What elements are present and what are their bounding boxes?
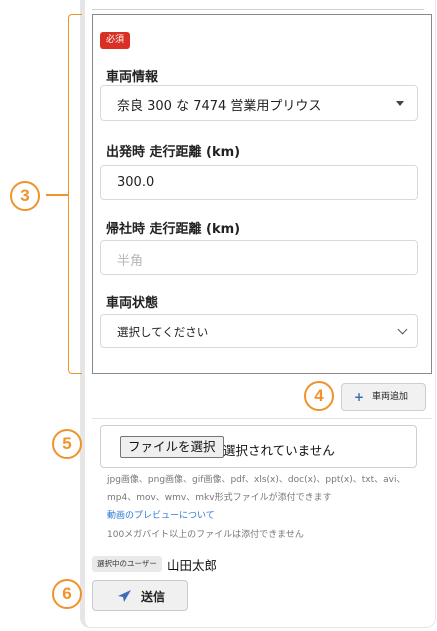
selected-user-badge: 選択中のユーザー <box>92 556 162 572</box>
file-types-help-1: jpg画像、png画像、gif画像、pdf、xls(x)、doc(x)、ppt(… <box>107 475 406 485</box>
callout-3: 3 <box>10 181 40 211</box>
video-preview-link[interactable]: 動画のプレビューについて <box>107 508 215 521</box>
return-km-placeholder: 半角 <box>117 254 144 269</box>
submit-label: 送信 <box>141 590 166 604</box>
chevron-down-icon <box>397 324 408 335</box>
required-badge: 必須 <box>100 32 131 49</box>
no-file-text: 選択されていません <box>223 443 335 458</box>
departure-km-value: 300.0 <box>117 175 155 190</box>
top-divider <box>92 9 424 10</box>
add-vehicle-label: 車両追加 <box>372 392 409 402</box>
callout-4: 4 <box>304 381 334 411</box>
condition-select-value: 選択してください <box>117 325 209 339</box>
user-name: 山田太郎 <box>167 558 218 573</box>
departure-km-input[interactable]: 300.0 <box>100 165 418 200</box>
section-bracket <box>68 14 82 374</box>
file-size-limit: 100メガバイト以上のファイルは添付できません <box>107 530 304 540</box>
vehicle-select[interactable]: 奈良 300 な 7474 営業用プリウス <box>100 85 418 121</box>
condition-label: 車両状態 <box>106 296 159 311</box>
vehicle-info-label: 車両情報 <box>106 70 159 85</box>
add-vehicle-button[interactable]: + 車両追加 <box>341 383 426 411</box>
submit-button[interactable]: 送信 <box>92 580 188 611</box>
choose-file-button[interactable]: ファイルを選択 <box>120 436 224 458</box>
caret-down-icon <box>396 101 404 106</box>
vehicle-select-value: 奈良 300 な 7474 営業用プリウス <box>117 99 322 114</box>
departure-km-label: 出発時 走行距離 (km) <box>106 145 241 160</box>
callout-6: 6 <box>52 579 82 609</box>
paper-plane-icon <box>118 590 131 602</box>
condition-select[interactable]: 選択してください <box>100 314 418 348</box>
return-km-label: 帰社時 走行距離 (km) <box>106 222 241 237</box>
file-types-help-2: mp4、mov、wmv、mkv形式ファイルが添付できます <box>107 493 332 503</box>
callout-5: 5 <box>52 429 82 459</box>
plus-icon: + <box>354 390 365 404</box>
bracket-pointer <box>46 194 68 196</box>
return-km-input[interactable]: 半角 <box>100 240 418 275</box>
